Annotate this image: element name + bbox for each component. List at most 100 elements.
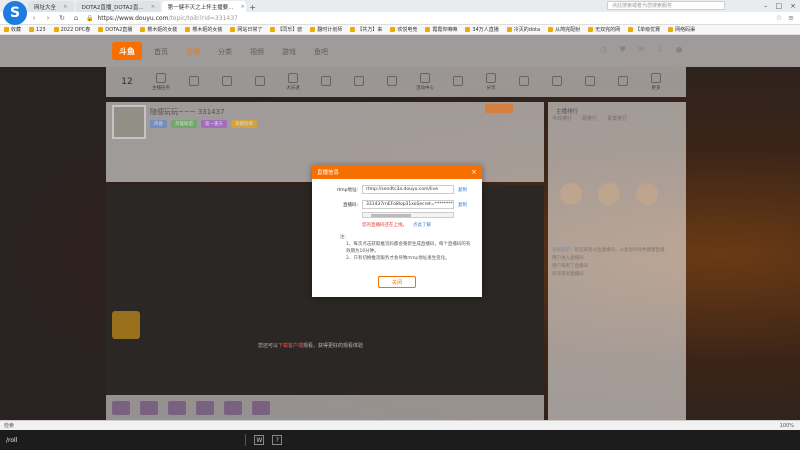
new-tab-icon[interactable]: +	[248, 2, 258, 12]
dialog-notes: 注: 1、每次点击获取推流码都会重新生成直播码，每个直播码的有效期为10分钟。 …	[340, 234, 474, 262]
room-tag[interactable]: 第一重天	[201, 120, 227, 128]
rtmp-field[interactable]: rtmp://sendtc3a.douyu.com/live	[362, 185, 454, 194]
bookmark-item[interactable]: 从简完配射	[548, 26, 580, 33]
subnav-item[interactable]	[578, 76, 602, 88]
browser-logo[interactable]: S	[3, 1, 27, 25]
bookmark-item[interactable]: 【共方】来	[350, 26, 382, 33]
browser-search-input[interactable]: 点此搜索或者为您搜索服务	[607, 1, 725, 10]
bookmark-item[interactable]: 翻时计划师	[310, 26, 342, 33]
gift-item[interactable]	[196, 400, 214, 415]
room-tag[interactable]: 荣耀勋章	[231, 120, 257, 128]
bookmark-item[interactable]: 【同乐】欧	[270, 26, 302, 33]
gift-item[interactable]	[112, 400, 130, 415]
bookmark-item[interactable]: 霞霞你嘛嘛	[425, 26, 457, 33]
avatar[interactable]	[560, 183, 582, 205]
forward-icon[interactable]: ›	[44, 14, 52, 22]
streamer-avatar[interactable]	[112, 105, 146, 139]
stream-key-field[interactable]: 331437rnEFo8lop31xoSecret=**************	[362, 200, 454, 209]
scroll-thumb[interactable]	[371, 214, 411, 217]
nav-video[interactable]: 视频	[250, 47, 264, 57]
gift-item[interactable]	[252, 400, 270, 415]
site-logo[interactable]: 斗鱼	[112, 42, 142, 60]
subnav-item[interactable]	[182, 76, 206, 88]
bookmark-item[interactable]: DOTA2直播	[98, 26, 132, 33]
activity-thumbnail[interactable]	[112, 311, 140, 339]
browser-tab-2[interactable]: DOTA2直播_DOTA2直... ×	[75, 1, 160, 12]
status-search[interactable]: 检索	[4, 422, 14, 429]
subnav-item[interactable]	[545, 76, 569, 88]
subnav-item[interactable]: 大乐透	[281, 73, 305, 91]
subnav-item[interactable]	[347, 76, 371, 88]
subnav-item[interactable]	[314, 76, 338, 88]
bookmark-icon	[140, 27, 146, 32]
subnav-item[interactable]: 活动中心	[413, 73, 437, 91]
subnav-item[interactable]	[215, 76, 239, 88]
stream-key-scrollbar[interactable]	[362, 212, 454, 218]
close-icon[interactable]: ×	[471, 168, 477, 176]
message-icon[interactable]: ✉	[638, 45, 645, 54]
avatar[interactable]	[636, 183, 658, 205]
minimize-icon[interactable]: –	[764, 2, 768, 10]
back-icon[interactable]: ‹	[30, 14, 38, 22]
nav-home[interactable]: 首页	[154, 47, 168, 57]
tab-week-rank[interactable]: 周排行	[582, 115, 597, 122]
bookmark-item[interactable]: 34万人直播	[465, 26, 499, 33]
bookmark-item[interactable]: 网站日常了	[230, 26, 262, 33]
nav-yuba[interactable]: 鱼吧	[314, 47, 328, 57]
subnav-item[interactable]	[380, 76, 404, 88]
bookmark-item[interactable]: 123	[29, 27, 46, 33]
bookmark-item[interactable]: 收藏	[4, 26, 21, 33]
bookmark-item[interactable]: 樱木姬的女装	[185, 26, 222, 33]
close-icon[interactable]: ×	[151, 4, 156, 10]
avatar[interactable]	[598, 183, 620, 205]
gift-item[interactable]	[168, 400, 186, 415]
room-tag[interactable]: 风兽	[150, 120, 167, 128]
word-icon[interactable]: W	[254, 435, 265, 445]
subnav-item[interactable]	[248, 76, 272, 88]
download-client-link[interactable]: 下载客户端	[278, 343, 303, 349]
subnav-item[interactable]	[446, 76, 470, 88]
copy-rtmp-button[interactable]: 复制	[458, 187, 467, 193]
bookmark-item[interactable]: 网络码渠	[668, 26, 695, 33]
reload-icon[interactable]: ↻	[58, 14, 66, 22]
nav-game[interactable]: 游戏	[282, 47, 296, 57]
home-icon[interactable]: ⌂	[72, 14, 80, 22]
window-close-icon[interactable]: ×	[790, 2, 796, 10]
history-icon[interactable]: ◷	[600, 45, 607, 54]
bookmark-item[interactable]: 冷灭的dota	[506, 26, 540, 33]
gift-item[interactable]	[140, 400, 158, 415]
subnav-item[interactable]: 分享	[479, 73, 503, 91]
room-tag[interactable]: 英雄联盟	[171, 120, 197, 128]
bookmark-item[interactable]: 2022 DPC春	[53, 26, 90, 33]
browser-tab-3[interactable]: 第一健不灭之上怀主播要... ×	[161, 1, 246, 12]
bookmark-item[interactable]: 【单级优赛	[628, 26, 660, 33]
nav-category[interactable]: 分类	[218, 47, 232, 57]
browser-tab-1[interactable]: 网址大全 ×	[28, 1, 74, 12]
gift-item[interactable]	[224, 400, 242, 415]
close-button[interactable]: 关闭	[378, 276, 416, 288]
follow-button[interactable]	[485, 104, 513, 113]
star-icon[interactable]: ☆	[776, 14, 782, 22]
learn-more-link[interactable]: 点此了解	[413, 223, 431, 228]
copy-key-button[interactable]: 复制	[458, 202, 467, 208]
maximize-icon[interactable]: □	[776, 2, 783, 10]
close-icon[interactable]: ×	[240, 4, 245, 10]
follow-icon[interactable]: ♥	[619, 45, 626, 54]
avatar[interactable]: ●	[676, 45, 683, 54]
tab-vip-rank[interactable]: 贵宾排行	[607, 115, 627, 122]
zoom-level[interactable]: 100%	[780, 423, 794, 429]
bookmark-item[interactable]: 樱木姬的女装	[140, 26, 177, 33]
subnav-item[interactable]	[512, 76, 536, 88]
bookmark-item[interactable]: 无双完的网	[588, 26, 620, 33]
help-icon[interactable]: ?	[272, 435, 283, 445]
download-icon[interactable]: ⇩	[657, 45, 664, 54]
nav-live[interactable]: 直播	[186, 47, 200, 57]
subnav-item[interactable]: 更多	[644, 73, 668, 91]
url-field[interactable]: 🔒 https://www.douyu.com/topic/toib?rid=3…	[86, 15, 238, 22]
subnav-item[interactable]: 主播任务	[149, 73, 173, 91]
bookmark-item[interactable]: 欢悦电竞	[390, 26, 417, 33]
subnav-item[interactable]	[611, 76, 635, 88]
menu-icon[interactable]: ≡	[788, 14, 794, 22]
tab-today-rank[interactable]: 今日排行	[552, 115, 572, 122]
close-icon[interactable]: ×	[63, 4, 68, 10]
